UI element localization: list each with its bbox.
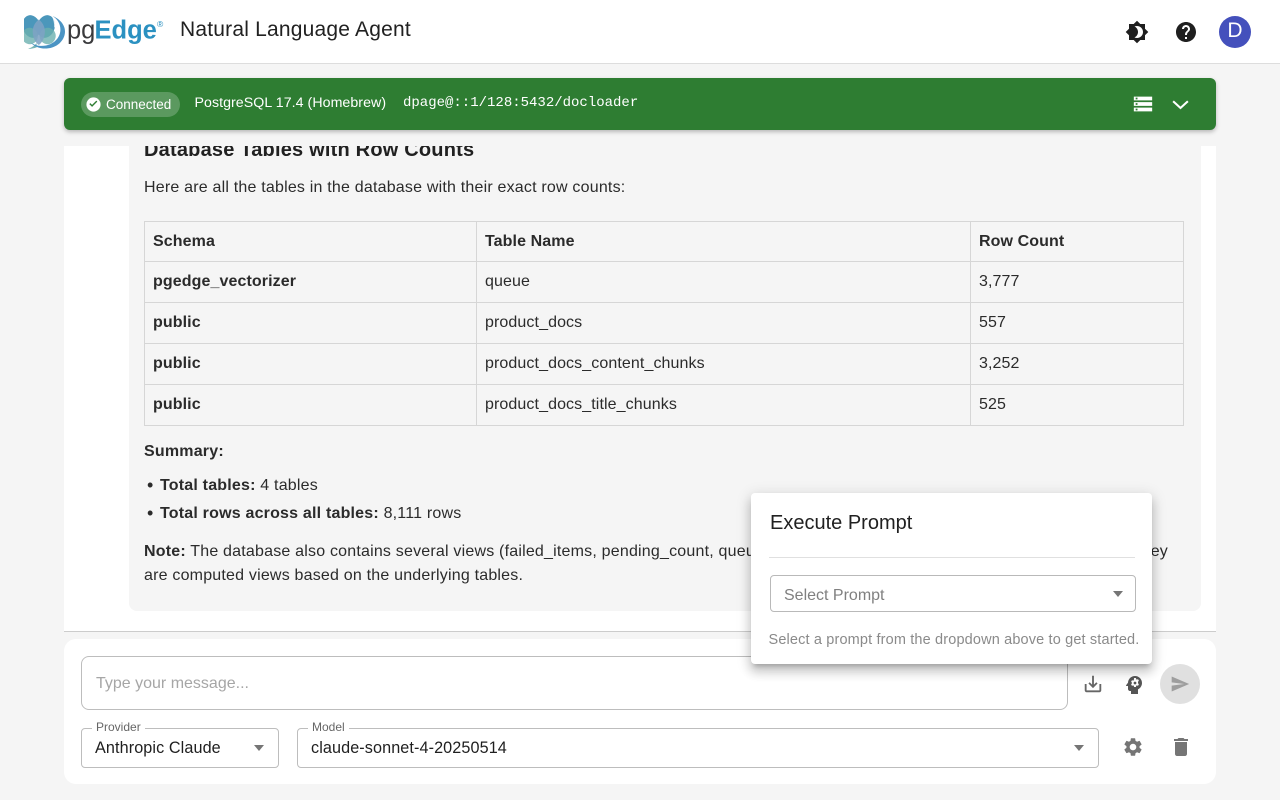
- svg-text:®: ®: [157, 19, 164, 29]
- svg-text:Edge: Edge: [95, 17, 157, 45]
- svg-text:pg: pg: [67, 17, 95, 45]
